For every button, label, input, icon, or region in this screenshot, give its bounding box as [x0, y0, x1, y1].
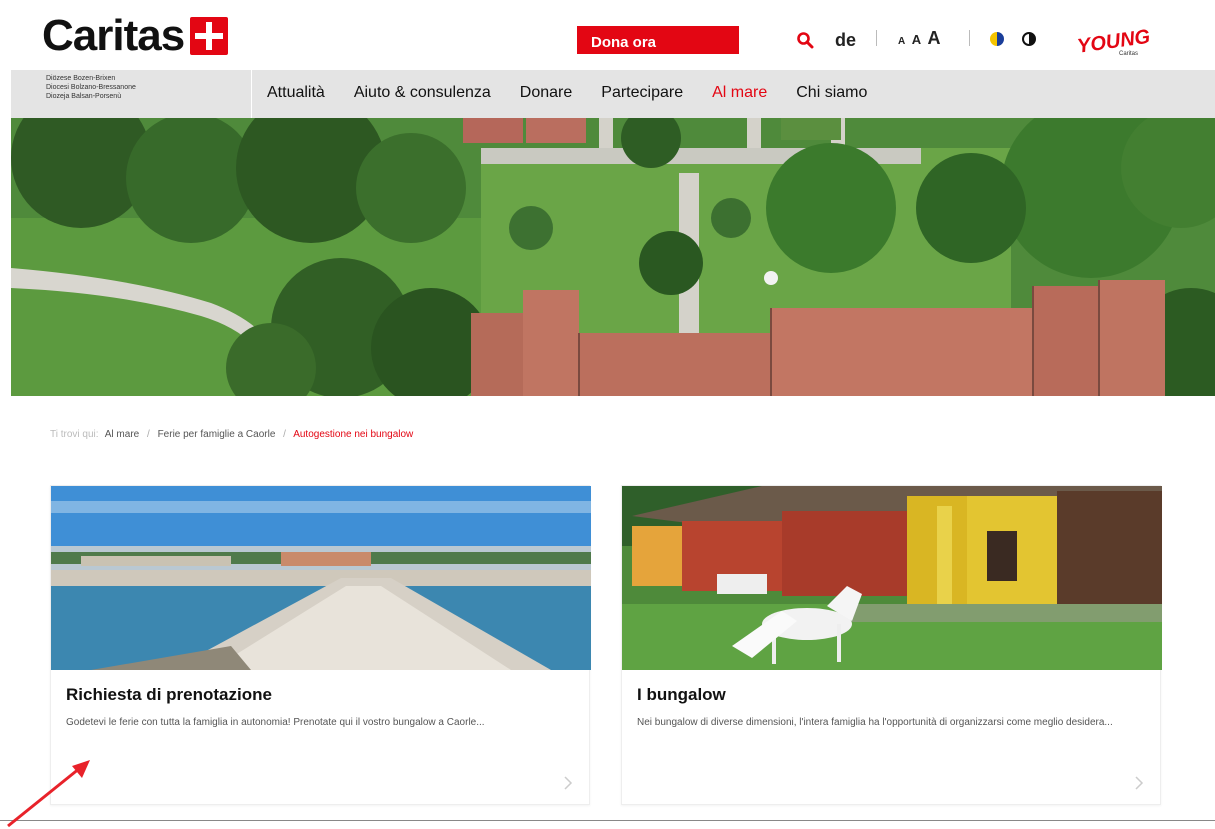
nav-item-attualita[interactable]: Attualità: [267, 84, 325, 102]
diocese-line: Diozeja Balsan-Porsenù: [46, 93, 122, 100]
diocese-line: Diocesi Bolzano-Bressanone: [46, 84, 136, 91]
divider: [969, 30, 970, 46]
contrast-black-white-icon[interactable]: [1022, 32, 1036, 46]
logo-text: Caritas: [42, 11, 185, 60]
breadcrumb-separator: /: [147, 429, 150, 440]
card-title: Richiesta di prenotazione: [66, 685, 272, 704]
font-size-medium[interactable]: A: [912, 32, 921, 47]
annotation-arrow-icon: [7, 760, 90, 828]
top-header: Caritas Dona ora de A A A YOUNG Caritas: [0, 0, 1215, 68]
font-size-small[interactable]: A: [898, 36, 905, 47]
language-switch-de[interactable]: de: [835, 30, 856, 51]
card-bungalows[interactable]: I bungalow Nei bungalow di diverse dimen…: [621, 485, 1162, 805]
diocese-line: Diözese Bozen-Brixen: [46, 75, 116, 82]
chevron-right-icon[interactable]: [1134, 776, 1144, 790]
breadcrumb-current: Autogestione nei bungalow: [293, 429, 414, 440]
diocese-names: Diözese Bozen-Brixen Diocesi Bolzano-Bre…: [46, 74, 246, 101]
pier-illustration: [51, 486, 591, 670]
font-size-large[interactable]: A: [928, 28, 941, 49]
nav-divider: [251, 70, 252, 118]
card-booking-request[interactable]: Richiesta di prenotazione Godetevi le fe…: [50, 485, 591, 805]
breadcrumb-link-ferie[interactable]: Ferie per famiglie a Caorle: [158, 429, 276, 440]
chevron-right-icon[interactable]: [563, 776, 573, 790]
breadcrumb-separator: /: [283, 429, 286, 440]
caritas-logo[interactable]: Caritas: [42, 11, 229, 60]
nav-items: Attualità Aiuto & consulenza Donare Part…: [267, 84, 896, 102]
breadcrumb-prefix: Ti trovi qui:: [50, 429, 99, 440]
young-logo-sub: Caritas: [1119, 51, 1138, 57]
nav-item-al-mare[interactable]: Al mare: [712, 84, 767, 102]
font-size-controls: A A A: [898, 28, 941, 49]
card-image-bungalows: [622, 486, 1162, 670]
card-title: I bungalow: [637, 685, 726, 704]
nav-item-aiuto-consulenza[interactable]: Aiuto & consulenza: [354, 84, 491, 102]
caritas-cross-icon: [190, 17, 229, 55]
breadcrumb: Ti trovi qui: Al mare / Ferie per famigl…: [50, 429, 413, 440]
hero-aerial-image: [11, 118, 1215, 396]
divider: [876, 30, 877, 46]
card-text: Nei bungalow di diverse dimensioni, l'in…: [637, 717, 1113, 728]
donate-button[interactable]: Dona ora: [577, 26, 739, 54]
card-text: Godetevi le ferie con tutta la famiglia …: [66, 717, 485, 728]
bungalow-illustration: [622, 486, 1162, 670]
contrast-yellow-blue-icon[interactable]: [990, 32, 1004, 46]
nav-item-donare[interactable]: Donare: [520, 84, 572, 102]
young-caritas-logo[interactable]: YOUNG Caritas: [1075, 24, 1150, 60]
nav-item-partecipare[interactable]: Partecipare: [601, 84, 683, 102]
breadcrumb-link-al-mare[interactable]: Al mare: [105, 429, 139, 440]
page-divider: [0, 820, 1215, 821]
search-icon[interactable]: [796, 31, 814, 49]
hero-illustration: [11, 118, 1215, 396]
main-navigation: Diözese Bozen-Brixen Diocesi Bolzano-Bre…: [11, 70, 1215, 118]
nav-item-chi-siamo[interactable]: Chi siamo: [796, 84, 867, 102]
card-image-pier: [51, 486, 591, 670]
